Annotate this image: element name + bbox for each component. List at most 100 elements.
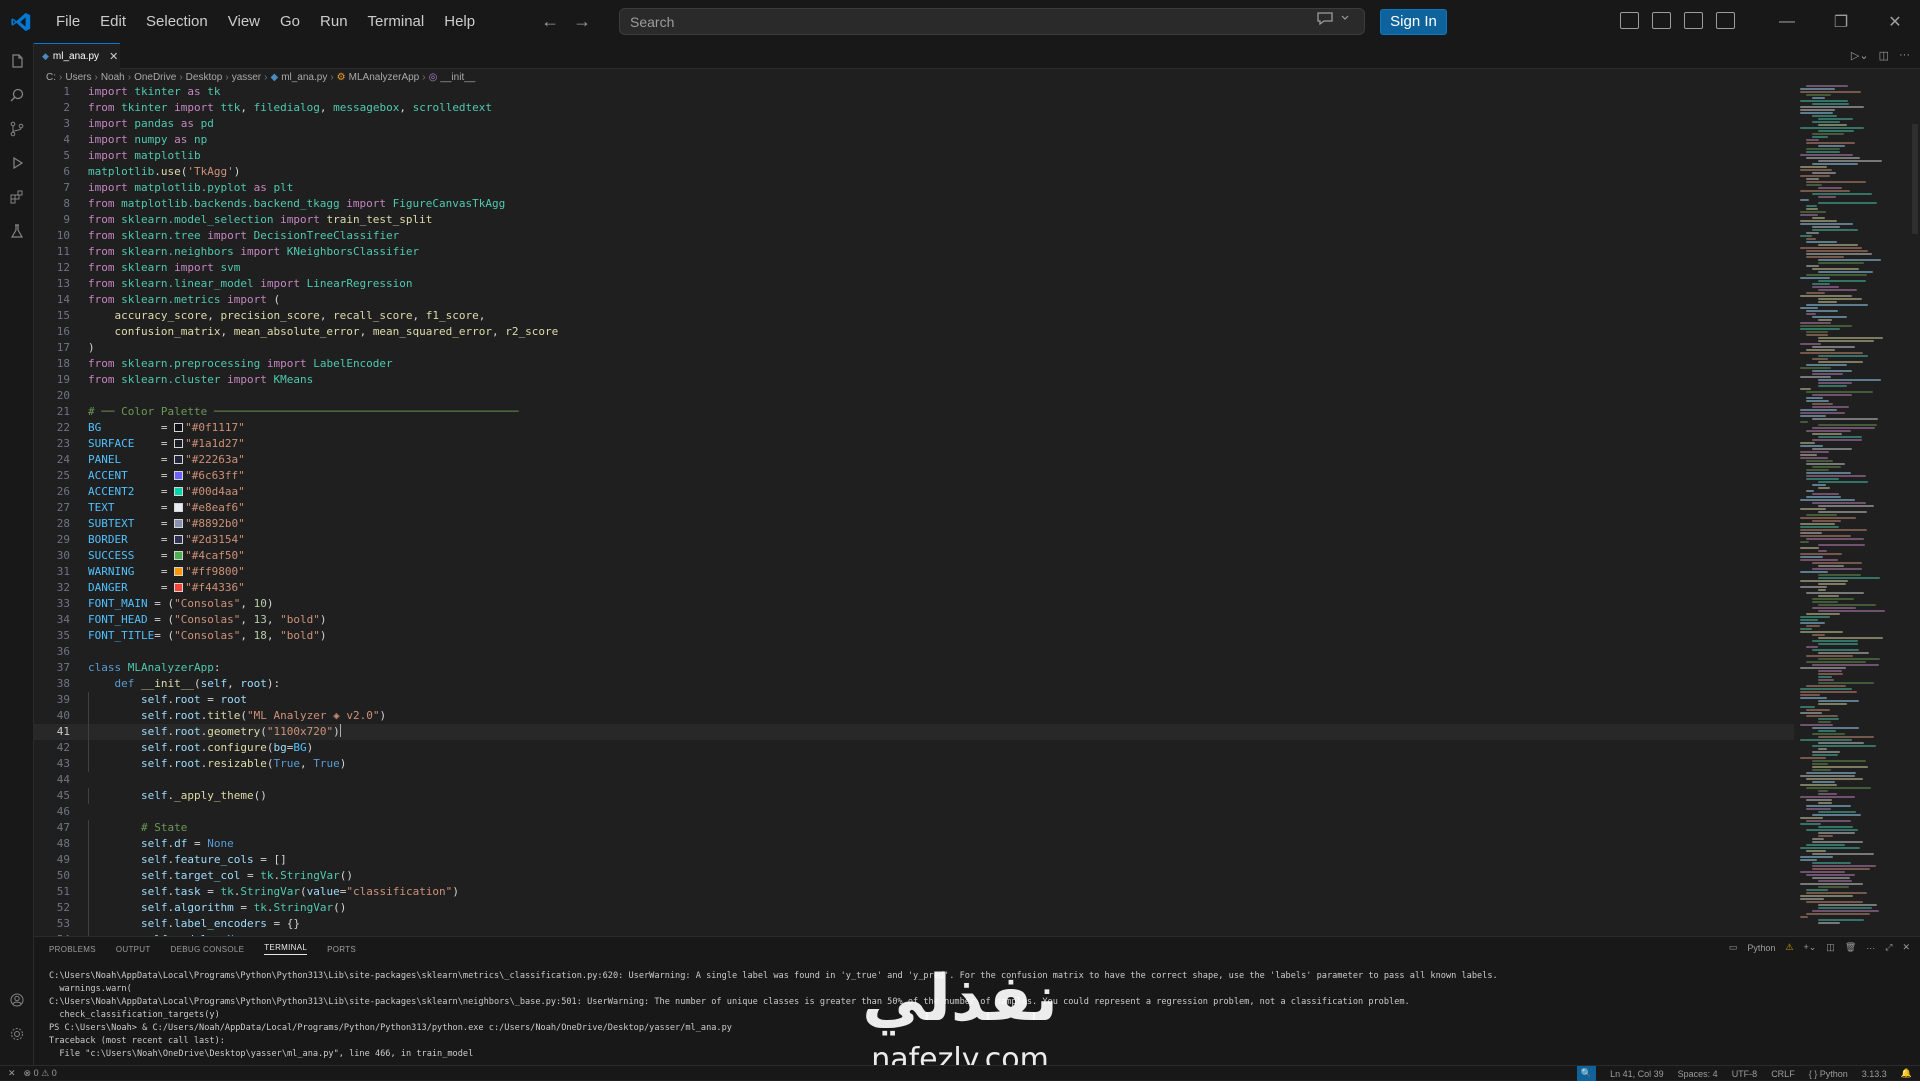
code-editor[interactable]: 1 import tkinter as tk 2 from tkinter impor… <box>34 84 1794 936</box>
code-line[interactable]: 17) <box>34 340 1794 356</box>
breadcrumb-item[interactable]: Desktop <box>186 72 223 83</box>
menu-go[interactable]: Go <box>270 0 310 43</box>
color-swatch[interactable] <box>174 423 184 432</box>
indentation[interactable]: Spaces: 4 <box>1678 1069 1718 1079</box>
code-line[interactable]: 15 accuracy_score, precision_score, reca… <box>34 308 1794 324</box>
notifications-bell-icon[interactable]: 🔔 <box>1901 1068 1912 1079</box>
explorer-icon[interactable] <box>0 44 34 78</box>
tab-terminal[interactable]: TERMINAL <box>264 943 308 955</box>
code-line[interactable]: 28 SUBTEXT = "#8892b0" <box>34 516 1794 532</box>
color-swatch[interactable] <box>174 487 184 496</box>
menu-selection[interactable]: Selection <box>136 0 218 43</box>
more-actions-icon[interactable]: ··· <box>1899 49 1910 62</box>
breadcrumb-item[interactable]: Noah <box>101 72 125 83</box>
color-swatch[interactable] <box>174 583 184 592</box>
line-ending[interactable]: CRLF <box>1771 1069 1795 1079</box>
code-line[interactable]: 12 from sklearn import svm <box>34 260 1794 276</box>
run-file-icon[interactable]: ▷⌄ <box>1851 49 1869 62</box>
sign-in-button[interactable]: Sign In <box>1380 9 1447 35</box>
code-line[interactable]: 38 def __init__(self, root): <box>34 676 1794 692</box>
code-line[interactable]: 30 SUCCESS = "#4caf50" <box>34 548 1794 564</box>
menu-edit[interactable]: Edit <box>90 0 136 43</box>
code-line[interactable]: 18 from sklearn.preprocessing import Labe… <box>34 356 1794 372</box>
breadcrumb-item[interactable]: MLAnalyzerApp <box>349 72 420 83</box>
code-line[interactable]: 37 class MLAnalyzerApp: <box>34 660 1794 676</box>
editor-scrollbar[interactable] <box>1910 84 1920 936</box>
code-line[interactable]: 21 # ── Color Palette ───────────────────… <box>34 404 1794 420</box>
code-line[interactable]: 11 from sklearn.neighbors import KNeighbo… <box>34 244 1794 260</box>
color-swatch[interactable] <box>174 535 184 544</box>
code-line[interactable]: 32 DANGER = "#f44336" <box>34 580 1794 596</box>
color-swatch[interactable] <box>174 519 184 528</box>
code-line[interactable]: 1 import tkinter as tk <box>34 84 1794 100</box>
code-line[interactable]: 29 BORDER = "#2d3154" <box>34 532 1794 548</box>
zoom-icon[interactable]: 🔍 <box>1576 1066 1597 1081</box>
toggle-secondary-sidebar-icon[interactable] <box>1716 12 1735 29</box>
minimize-icon[interactable]: — <box>1760 0 1814 43</box>
restore-icon[interactable]: ❐ <box>1814 0 1868 43</box>
toggle-primary-sidebar-icon[interactable] <box>1652 12 1671 29</box>
menu-view[interactable]: View <box>218 0 270 43</box>
code-line[interactable]: 51 self.task = tk.StringVar(value="class… <box>34 884 1794 900</box>
python-version[interactable]: 3.13.3 <box>1862 1069 1887 1079</box>
code-line[interactable]: 23 SURFACE = "#1a1d27" <box>34 436 1794 452</box>
code-line[interactable]: 52 self.algorithm = tk.StringVar() <box>34 900 1794 916</box>
code-line[interactable]: 9 from sklearn.model_selection import tra… <box>34 212 1794 228</box>
back-arrow-icon[interactable]: ← <box>541 11 559 32</box>
maximize-panel-icon[interactable]: ⤢ <box>1885 942 1892 953</box>
testing-icon[interactable] <box>0 214 34 248</box>
code-line[interactable]: 42 self.root.configure(bg=BG) <box>34 740 1794 756</box>
tab-ports[interactable]: PORTS <box>327 945 356 954</box>
code-line[interactable]: 4 import numpy as np <box>34 132 1794 148</box>
toggle-panel-icon[interactable] <box>1684 12 1703 29</box>
menu-help[interactable]: Help <box>434 0 485 43</box>
extensions-icon[interactable] <box>0 180 34 214</box>
source-control-icon[interactable] <box>0 112 34 146</box>
code-line[interactable]: 45 self._apply_theme() <box>34 788 1794 804</box>
code-line[interactable]: 47 # State <box>34 820 1794 836</box>
code-line[interactable]: 22 BG = "#0f1117" <box>34 420 1794 436</box>
close-icon[interactable]: ✕ <box>1868 0 1920 43</box>
code-line[interactable]: 26 ACCENT2 = "#00d4aa" <box>34 484 1794 500</box>
scrollbar-thumb[interactable] <box>1912 124 1918 234</box>
code-line[interactable]: 46 <box>34 804 1794 820</box>
color-swatch[interactable] <box>174 471 184 480</box>
code-line[interactable]: 44 <box>34 772 1794 788</box>
remote-icon[interactable]: ✕ <box>8 1068 16 1079</box>
breadcrumb-item[interactable]: __init__ <box>440 72 475 83</box>
code-line[interactable]: 6 matplotlib.use('TkAgg') <box>34 164 1794 180</box>
forward-arrow-icon[interactable]: → <box>573 11 591 32</box>
code-line[interactable]: 36 <box>34 644 1794 660</box>
code-line[interactable]: 41 self.root.geometry("1100x720") <box>34 724 1794 740</box>
color-swatch[interactable] <box>174 567 184 576</box>
breadcrumb-item[interactable]: OneDrive <box>134 72 176 83</box>
problems-status[interactable]: ⊗ 0 ⚠ 0 <box>24 1068 57 1079</box>
code-line[interactable]: 2 from tkinter import ttk, filedialog, me… <box>34 100 1794 116</box>
run-debug-icon[interactable] <box>0 146 34 180</box>
code-line[interactable]: 16 confusion_matrix, mean_absolute_error… <box>34 324 1794 340</box>
code-line[interactable]: 24 PANEL = "#22263a" <box>34 452 1794 468</box>
encoding[interactable]: UTF-8 <box>1732 1069 1758 1079</box>
code-line[interactable]: 20 <box>34 388 1794 404</box>
account-icon[interactable] <box>0 983 34 1017</box>
code-line[interactable]: 53 self.label_encoders = {} <box>34 916 1794 932</box>
color-swatch[interactable] <box>174 503 184 512</box>
color-swatch[interactable] <box>174 551 184 560</box>
code-line[interactable]: 33 FONT_MAIN = ("Consolas", 10) <box>34 596 1794 612</box>
tab-problems[interactable]: PROBLEMS <box>49 945 96 954</box>
code-line[interactable]: 10 from sklearn.tree import DecisionTreeC… <box>34 228 1794 244</box>
code-line[interactable]: 19 from sklearn.cluster import KMeans <box>34 372 1794 388</box>
new-terminal-icon[interactable]: +⌄ <box>1804 942 1817 953</box>
menu-file[interactable]: File <box>46 0 90 43</box>
shell-label[interactable]: Python <box>1747 943 1775 953</box>
tab-output[interactable]: OUTPUT <box>116 945 151 954</box>
breadcrumb-item[interactable]: C: <box>46 72 56 83</box>
code-line[interactable]: 43 self.root.resizable(True, True) <box>34 756 1794 772</box>
breadcrumb-item[interactable]: yasser <box>232 72 261 83</box>
code-line[interactable]: 7 import matplotlib.pyplot as plt <box>34 180 1794 196</box>
color-swatch[interactable] <box>174 439 184 448</box>
minimap[interactable] <box>1794 84 1906 936</box>
copilot-chat-icon[interactable] <box>1316 10 1350 29</box>
split-terminal-icon[interactable]: ◫ <box>1826 942 1835 953</box>
code-line[interactable]: 35 FONT_TITLE= ("Consolas", 18, "bold") <box>34 628 1794 644</box>
